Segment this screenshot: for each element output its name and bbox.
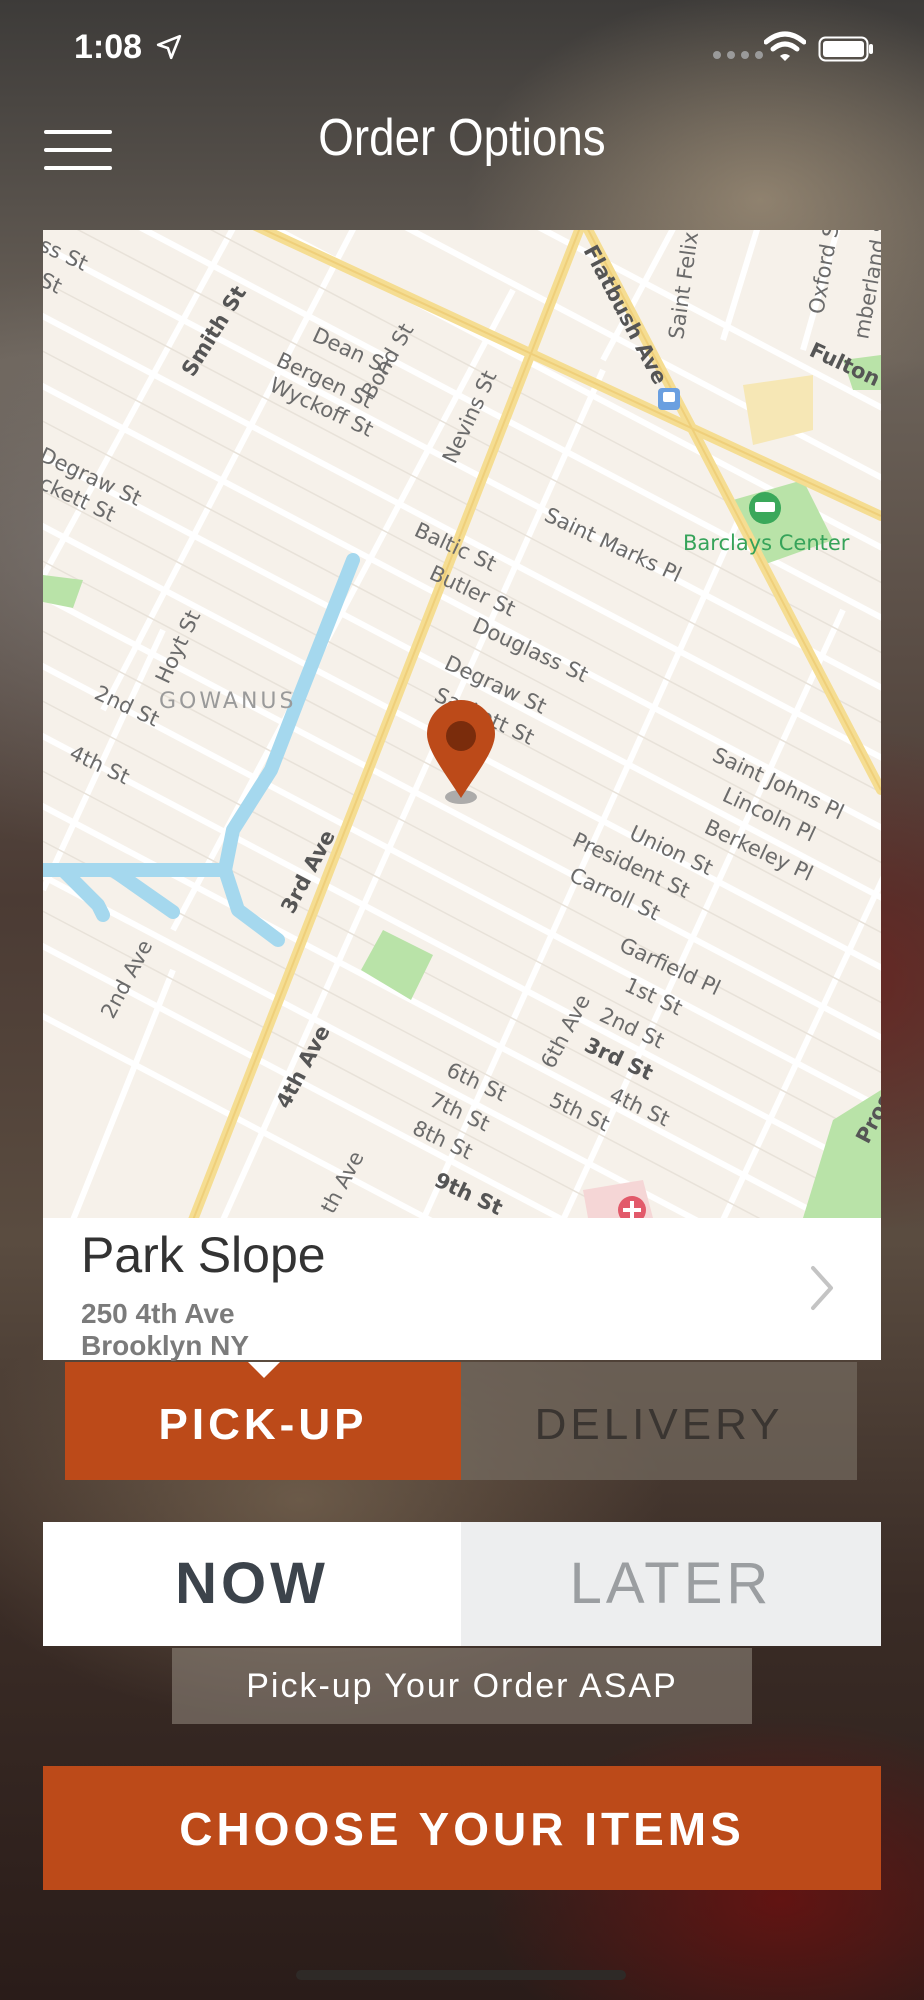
signal-dots-icon [713,51,763,59]
header: Order Options [0,100,924,190]
location-card[interactable]: Park Slope 250 4th Ave Brooklyn NY [43,1218,881,1361]
home-indicator[interactable] [296,1970,626,1980]
choose-items-button[interactable]: CHOOSE YOUR ITEMS [43,1766,881,1890]
pickup-button[interactable]: PICK-UP [65,1362,461,1480]
status-bar: 1:08 [0,0,924,100]
battery-icon [818,36,873,62]
status-time: 1:08 [74,28,143,66]
later-button[interactable]: LATER [461,1522,881,1646]
location-arrow-icon [156,34,182,60]
map-canvas: Smith St Dean St Bergen St Wyckoff St Bo… [43,230,881,1218]
store-map[interactable]: Smith St Dean St Bergen St Wyckoff St Bo… [43,230,881,1218]
chevron-right-icon [811,1266,833,1310]
selection-indicator [248,1362,280,1378]
location-address: 250 4th Ave [81,1298,235,1329]
location-city: Brooklyn NY [81,1330,250,1361]
page-title: Order Options [318,109,606,167]
wifi-icon [764,31,806,61]
map-label: Barclays Center [683,531,850,555]
timing-note: Pick-up Your Order ASAP [172,1648,752,1724]
delivery-button[interactable]: DELIVERY [461,1362,857,1480]
location-name: Park Slope [81,1227,326,1283]
map-label: GOWANUS [159,689,297,714]
now-button[interactable]: NOW [43,1522,461,1646]
